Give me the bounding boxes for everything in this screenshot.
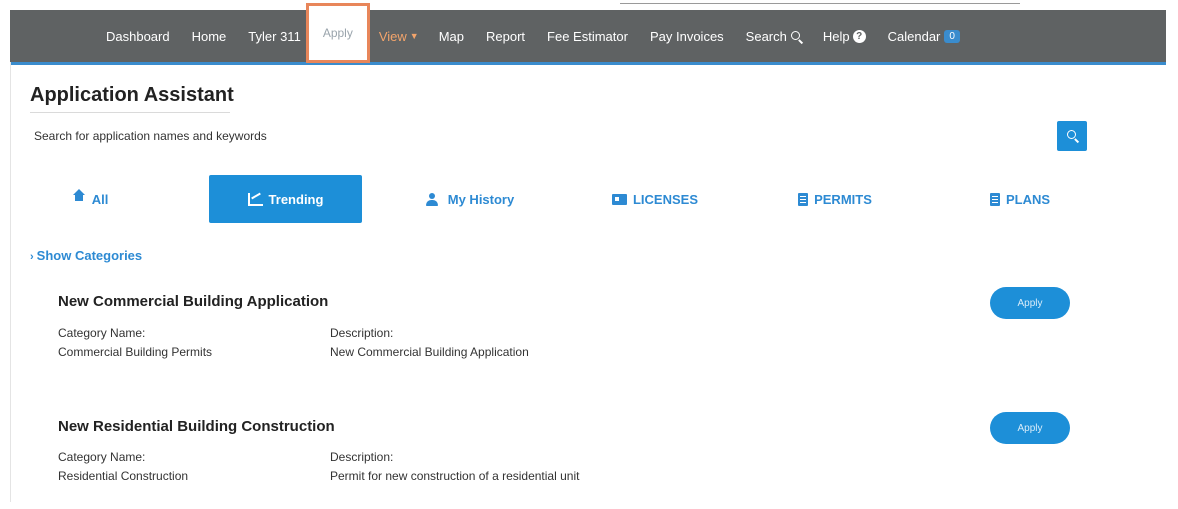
nav-calendar[interactable]: Calendar 0 [888,29,960,44]
nav-search[interactable]: Search [746,29,801,44]
tab-trending[interactable]: Trending [209,175,362,223]
nav-calendar-label: Calendar [887,28,941,44]
search-icon [790,31,801,41]
description-value: New Commercial Building Application [330,345,529,359]
page-title: Application Assistant [30,84,234,106]
tab-plans-label: PLANS [1005,191,1051,207]
nav-map[interactable]: Map [439,29,464,44]
tab-my-history[interactable]: My History [400,175,540,223]
nav-menu: Dashboard Home Tyler 311 Apply View ▼ Ma… [106,3,982,63]
nav-view-label: View [378,28,407,44]
category-value: Residential Construction [58,469,189,483]
top-navbar: Dashboard Home Tyler 311 Apply View ▼ Ma… [10,3,1166,65]
nav-fee-estimator[interactable]: Fee Estimator [547,29,628,44]
tab-my-history-label: My History [447,191,515,207]
application-title: New Residential Building Construction [58,418,335,435]
user-icon [425,192,442,206]
nav-search-label: Search [745,28,787,44]
calendar-count-badge: 0 [944,29,960,43]
nav-help[interactable]: Help ? [823,29,866,44]
nav-report[interactable]: Report [486,29,525,44]
show-categories-toggle[interactable]: › Show Categories [30,248,142,263]
nav-view[interactable]: View ▼ [379,29,419,44]
category-value: Commercial Building Permits [58,345,213,359]
document-icon [989,192,1000,206]
description-label: Description: [330,450,394,464]
search-button[interactable] [1057,121,1087,151]
question-circle-icon: ? [852,29,866,43]
nav-apply[interactable]: Apply [305,3,370,63]
search-input[interactable] [30,125,1048,147]
show-categories-label: Show Categories [36,248,143,263]
nav-tyler-311[interactable]: Tyler 311 [248,29,301,44]
document-icon [798,192,809,206]
tab-all[interactable]: All [30,175,150,223]
title-divider [30,112,230,113]
category-label: Category Name: [58,450,146,464]
category-label: Category Name: [58,326,146,340]
home-icon [72,188,86,205]
nav-pay-invoices[interactable]: Pay Invoices [650,29,724,44]
application-card: New Commercial Building Application Cate… [58,287,1078,383]
application-card: New Residential Building Construction Ca… [58,412,1078,508]
tab-permits[interactable]: PERMITS [775,175,895,223]
content-left-border [10,62,11,502]
category-tabs: All Trending My History LICENSES PERMITS… [30,175,1140,223]
trending-icon [247,192,263,206]
tab-licenses[interactable]: LICENSES [590,175,720,223]
id-card-icon [611,193,627,205]
nav-home[interactable]: Home [192,29,227,44]
tab-all-label: All [91,191,109,207]
chevron-down-icon: ▼ [409,31,419,41]
tab-trending-label: Trending [268,191,324,207]
tab-licenses-label: LICENSES [632,191,698,207]
application-title: New Commercial Building Application [58,293,329,310]
tab-permits-label: PERMITS [814,191,872,207]
tab-plans[interactable]: PLANS [970,175,1070,223]
chevron-right-icon: › [30,251,34,263]
top-divider [620,3,1020,4]
nav-dashboard[interactable]: Dashboard [106,29,170,44]
apply-button[interactable]: Apply [990,412,1070,444]
description-value: Permit for new construction of a residen… [330,469,580,483]
description-label: Description: [330,326,394,340]
search-icon [1067,130,1077,140]
apply-button[interactable]: Apply [990,287,1070,319]
nav-help-label: Help [822,28,850,44]
